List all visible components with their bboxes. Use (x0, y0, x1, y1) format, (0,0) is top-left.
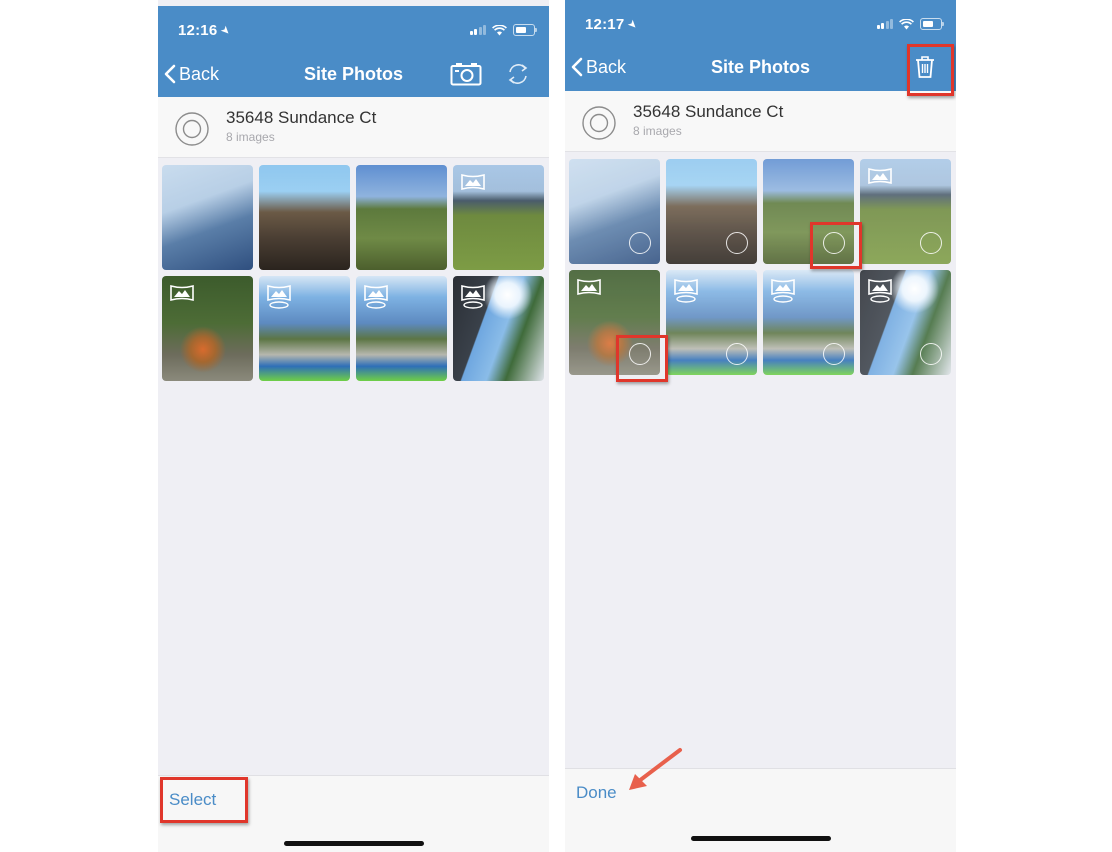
cellular-signal-icon (876, 19, 893, 29)
bottom-toolbar: Done (565, 768, 956, 852)
photo-thumbnail[interactable] (666, 270, 757, 375)
site-name: 35648 Sundance Ct (226, 108, 377, 127)
select-circle[interactable] (726, 343, 748, 365)
image-count: 8 images (226, 130, 275, 144)
home-indicator[interactable] (283, 841, 424, 846)
select-circle[interactable] (629, 232, 651, 254)
site-row[interactable]: 35648 Sundance Ct 8 images (158, 97, 549, 158)
panorama-360-icon (461, 284, 485, 309)
delete-button[interactable] (915, 55, 935, 79)
panorama-icon (461, 173, 485, 191)
chevron-left-icon (571, 57, 583, 77)
chevron-left-icon (164, 64, 176, 84)
select-circle[interactable] (726, 232, 748, 254)
site-row[interactable]: 35648 Sundance Ct 8 images (565, 91, 956, 152)
select-circle[interactable] (823, 232, 845, 254)
select-circle[interactable] (920, 343, 942, 365)
panorama-360-icon (674, 278, 698, 303)
select-circle[interactable] (823, 343, 845, 365)
photo-thumbnail[interactable] (860, 159, 951, 264)
photo-thumbnail[interactable] (569, 270, 660, 375)
photo-thumbnail[interactable] (763, 270, 854, 375)
photo-thumbnail[interactable] (356, 165, 447, 270)
status-bar: 12:17 ➤ (585, 14, 944, 34)
phone-screen-selection-mode: 12:17 ➤ Back Site Photos 35648 Sundance … (565, 0, 956, 852)
photo-grid (162, 165, 545, 381)
site-target-icon (175, 112, 209, 146)
wifi-icon (899, 18, 914, 29)
panorama-icon (868, 167, 892, 185)
panorama-icon (170, 284, 194, 302)
location-arrow-icon: ➤ (218, 22, 234, 38)
nav-header: 12:16 ➤ Back Site Photos (158, 6, 549, 103)
done-button[interactable]: Done (576, 783, 617, 803)
battery-icon (920, 18, 944, 30)
panorama-360-icon (364, 284, 388, 309)
photo-thumbnail[interactable] (162, 165, 253, 270)
status-time: 12:17 (585, 15, 625, 33)
photo-thumbnail[interactable] (666, 159, 757, 264)
refresh-icon (508, 64, 528, 84)
panorama-360-icon (771, 278, 795, 303)
image-count: 8 images (633, 124, 682, 138)
camera-button[interactable] (450, 62, 482, 86)
bottom-toolbar: Select (158, 775, 549, 852)
trash-icon (916, 56, 934, 78)
status-bar: 12:16 ➤ (178, 20, 537, 40)
site-target-icon (582, 106, 616, 140)
photo-thumbnail[interactable] (860, 270, 951, 375)
photo-thumbnail[interactable] (259, 165, 350, 270)
refresh-button[interactable] (506, 62, 530, 86)
photo-thumbnail[interactable] (453, 276, 544, 381)
select-circle[interactable] (920, 232, 942, 254)
back-button[interactable]: Back (571, 57, 626, 78)
battery-icon (513, 24, 537, 36)
cellular-signal-icon (469, 25, 486, 35)
back-button[interactable]: Back (164, 64, 219, 85)
location-arrow-icon: ➤ (625, 16, 641, 32)
select-button[interactable]: Select (169, 790, 216, 810)
wifi-icon (492, 24, 507, 35)
site-name: 35648 Sundance Ct (633, 102, 784, 121)
camera-icon (450, 63, 482, 86)
home-indicator[interactable] (690, 836, 831, 841)
back-label: Back (179, 63, 220, 84)
photo-thumbnail[interactable] (356, 276, 447, 381)
photo-thumbnail[interactable] (569, 159, 660, 264)
panorama-360-icon (868, 278, 892, 303)
photo-grid (569, 159, 952, 375)
photo-thumbnail[interactable] (162, 276, 253, 381)
panorama-icon (577, 278, 601, 296)
photo-thumbnail[interactable] (763, 159, 854, 264)
panorama-360-icon (267, 284, 291, 309)
status-time: 12:16 (178, 21, 218, 39)
nav-header: 12:17 ➤ Back Site Photos (565, 0, 956, 91)
back-label: Back (586, 56, 627, 77)
photo-thumbnail[interactable] (453, 165, 544, 270)
select-circle[interactable] (629, 343, 651, 365)
phone-screen-before: 12:16 ➤ Back Site Photos 35648 Sundance (158, 0, 549, 852)
photo-thumbnail[interactable] (259, 276, 350, 381)
